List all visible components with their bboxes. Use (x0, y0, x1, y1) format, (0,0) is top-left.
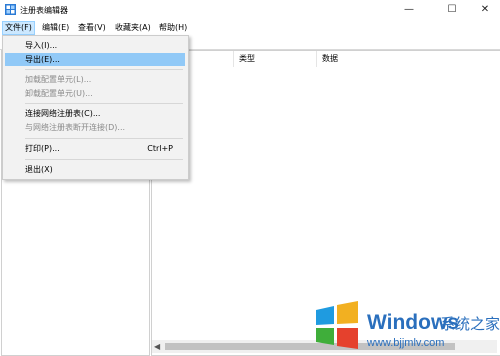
column-header-data[interactable]: 数据 (317, 51, 492, 67)
menu-item-print[interactable]: 打印(P)... Ctrl+P (5, 142, 185, 155)
minimize-button[interactable]: — (394, 0, 424, 20)
menu-separator (25, 159, 183, 160)
close-button[interactable]: ✕ (470, 0, 500, 20)
registry-editor-icon (5, 4, 16, 15)
menu-view[interactable]: 查看(V) (76, 22, 108, 34)
menu-item-export[interactable]: 导出(E)... (5, 53, 185, 66)
windows-logo-icon (316, 301, 358, 349)
menu-favorites[interactable]: 收藏夹(A) (113, 22, 153, 34)
menu-item-connect-network-registry[interactable]: 连接网络注册表(C)... (5, 107, 185, 120)
menu-file[interactable]: 文件(F) (2, 21, 35, 35)
maximize-button[interactable]: ☐ (437, 0, 467, 20)
menu-item-load-hive: 加载配置单元(L)... (25, 75, 92, 84)
menu-item-unload-hive: 卸载配置单元(U)... (25, 89, 93, 98)
menu-item-print-label: 打印(P)... (25, 144, 60, 153)
menu-separator (25, 69, 183, 70)
menu-item-import[interactable]: 导入(I)... (5, 39, 185, 52)
menu-help[interactable]: 帮助(H) (157, 22, 189, 34)
menu-item-exit[interactable]: 退出(X) (5, 163, 185, 176)
menu-separator (25, 138, 183, 139)
watermark-url: www.bjjmlv.com (367, 337, 445, 349)
menu-edit[interactable]: 编辑(E) (40, 22, 71, 34)
window-title: 注册表编辑器 (20, 6, 68, 15)
scroll-left-icon[interactable]: ◀ (154, 342, 160, 351)
menu-separator (25, 103, 183, 104)
menu-bar: 文件(F) 编辑(E) 查看(V) 收藏夹(A) 帮助(H) (0, 20, 500, 36)
watermark: Windows 系统之家 www.bjjmlv.com (312, 300, 500, 355)
column-header-type[interactable]: 类型 (234, 51, 317, 67)
watermark-subtitle: 系统之家 (440, 315, 500, 333)
print-shortcut: Ctrl+P (147, 144, 173, 153)
file-dropdown-menu: 导入(I)... 导出(E)... 加载配置单元(L)... 卸载配置单元(U)… (2, 35, 189, 180)
menu-item-disconnect-network-registry: 与网络注册表断开连接(D)... (25, 123, 126, 132)
title-bar: 注册表编辑器 — ☐ ✕ (0, 0, 500, 20)
